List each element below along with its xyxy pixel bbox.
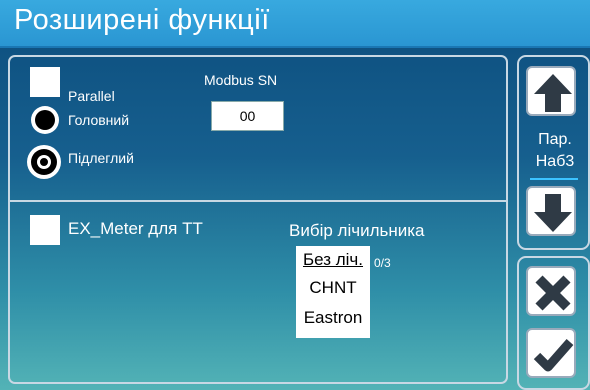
- down-arrow-icon: [534, 194, 572, 232]
- radio-slave-ring: [31, 149, 57, 175]
- checkmark-icon: [533, 339, 574, 372]
- page-title: Розширені функції: [14, 4, 270, 36]
- modbus-sn-label: Modbus SN: [204, 72, 278, 88]
- up-arrow-icon: [534, 74, 572, 112]
- close-x-icon: [535, 275, 571, 311]
- meter-select-label: Вибір лічильника: [289, 221, 425, 240]
- page-label-top: Пар.: [538, 131, 572, 148]
- meter-select-list[interactable]: Без ліч. CHNT Eastron: [296, 246, 370, 338]
- radio-master-ring: [35, 110, 55, 130]
- radio-master-label: Головний: [68, 112, 130, 128]
- confirm-button[interactable]: [526, 328, 576, 378]
- page-indicator-line: [530, 178, 578, 180]
- page-up-button[interactable]: [526, 66, 576, 116]
- radio-slave-dot: [37, 155, 51, 169]
- title-bar: Розширені функції: [0, 0, 590, 48]
- cancel-button[interactable]: [526, 266, 576, 316]
- ex-meter-label: EX_Meter для TT: [68, 219, 203, 238]
- meter-option-none[interactable]: Без ліч.: [296, 250, 370, 270]
- meter-option-chnt[interactable]: CHNT: [296, 278, 370, 298]
- screen: Розширені функції Parallel Modbus SN 00 …: [0, 0, 590, 390]
- page-label-bottom: Наб3: [535, 153, 575, 170]
- radio-slave-label: Підлеглий: [68, 150, 134, 166]
- radio-master[interactable]: [31, 106, 59, 134]
- page-down-button[interactable]: [526, 186, 576, 236]
- ex-meter-checkbox[interactable]: [30, 215, 60, 245]
- radio-slave[interactable]: [27, 145, 61, 179]
- meter-option-eastron[interactable]: Eastron: [296, 308, 370, 328]
- section-divider: [10, 200, 508, 202]
- parallel-label: Parallel: [68, 88, 115, 104]
- parallel-checkbox[interactable]: [30, 67, 60, 97]
- modbus-sn-input[interactable]: 00: [211, 101, 284, 131]
- meter-select-counter: 0/3: [374, 256, 391, 270]
